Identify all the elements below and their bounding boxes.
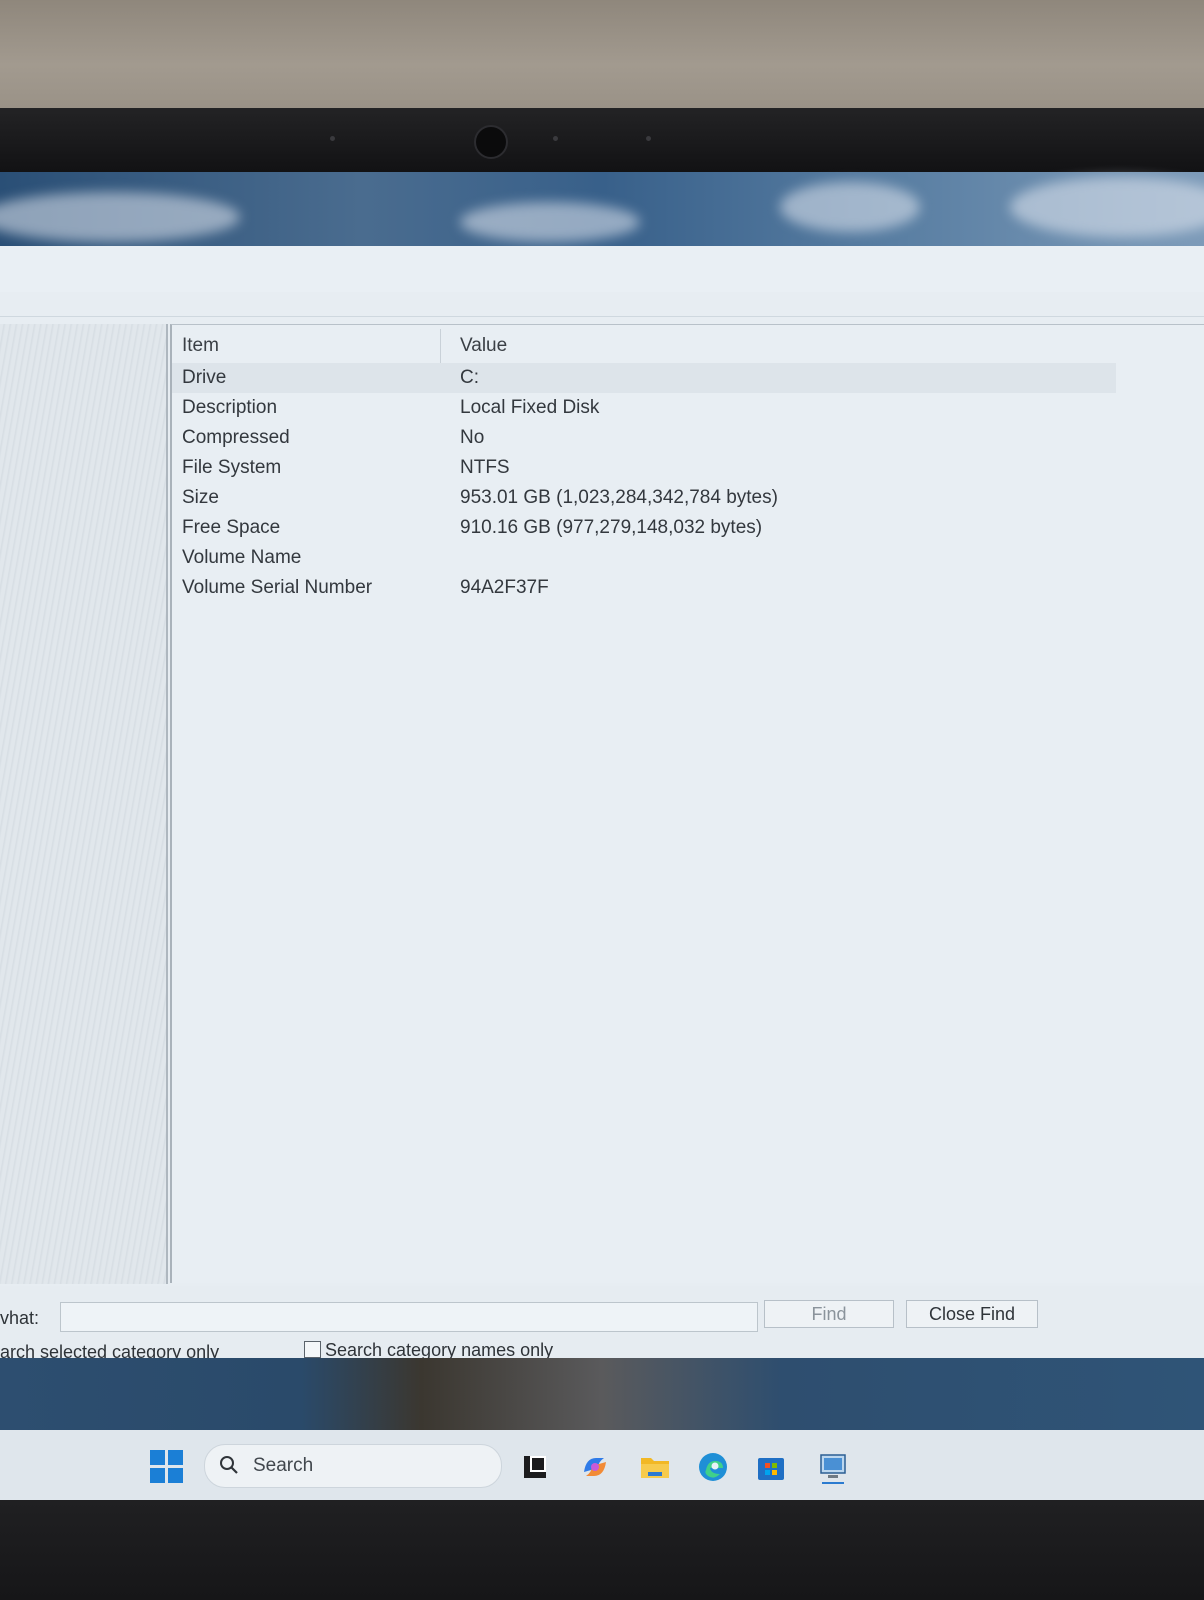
table-row[interactable]: Volume Serial Number 94A2F37F xyxy=(172,573,1116,603)
row-value: 910.16 GB (977,279,148,032 bytes) xyxy=(460,517,763,538)
monitor-bezel-top xyxy=(0,108,1204,172)
row-item: Free Space xyxy=(182,517,281,538)
taskbar: Search xyxy=(0,1430,1204,1500)
row-value: C: xyxy=(460,367,479,388)
table-row[interactable]: Volume Name xyxy=(172,543,1116,573)
column-separator[interactable] xyxy=(440,329,441,363)
monitor-bezel-bottom xyxy=(0,1500,1204,1600)
row-value: 94A2F37F xyxy=(460,577,549,598)
task-view-icon[interactable] xyxy=(518,1450,552,1484)
table-row[interactable]: Free Space 910.16 GB (977,279,148,032 by… xyxy=(172,513,1116,543)
divider xyxy=(0,316,1204,317)
sensor-dot xyxy=(330,136,335,141)
row-item: Volume Serial Number xyxy=(182,577,373,598)
find-what-label: vhat: xyxy=(0,1308,40,1328)
copilot-icon[interactable] xyxy=(578,1450,612,1484)
desktop-wallpaper-bottom xyxy=(0,1358,1204,1430)
search-icon xyxy=(220,1456,238,1474)
file-explorer-icon[interactable] xyxy=(638,1450,672,1484)
category-tree-pane[interactable] xyxy=(0,324,168,1284)
checkbox-box[interactable] xyxy=(304,1341,321,1358)
row-item: Description xyxy=(182,397,278,418)
search-placeholder: Search xyxy=(253,1455,314,1476)
row-value: Local Fixed Disk xyxy=(460,397,600,418)
find-button[interactable]: Find xyxy=(764,1300,894,1328)
taskbar-search[interactable]: Search xyxy=(204,1444,502,1488)
window-title-area xyxy=(0,246,1204,292)
sensor-dot xyxy=(553,136,558,141)
store-icon[interactable] xyxy=(754,1450,788,1484)
table-row[interactable]: Compressed No xyxy=(172,423,1116,453)
row-item: File System xyxy=(182,457,282,478)
row-value: NTFS xyxy=(460,457,510,478)
row-value: 953.01 GB (1,023,284,342,784 bytes) xyxy=(460,487,778,508)
wall-background xyxy=(0,0,1204,108)
table-row[interactable]: Size 953.01 GB (1,023,284,342,784 bytes) xyxy=(172,483,1116,513)
system-information-icon[interactable] xyxy=(816,1450,850,1484)
table-row[interactable]: File System NTFS xyxy=(172,453,1116,483)
webcam xyxy=(474,125,508,159)
row-item: Drive xyxy=(182,367,227,388)
close-find-button[interactable]: Close Find xyxy=(906,1300,1038,1328)
table-row[interactable]: Description Local Fixed Disk xyxy=(172,393,1116,423)
column-header-value[interactable]: Value xyxy=(460,331,507,361)
windows-start-icon[interactable] xyxy=(150,1450,184,1484)
sensor-dot xyxy=(646,136,651,141)
table-row[interactable]: Drive C: xyxy=(172,363,1116,393)
system-information-window: Item Value Drive C: Description Local Fi… xyxy=(0,246,1204,1362)
desktop-wallpaper-top xyxy=(0,172,1204,246)
row-item: Compressed xyxy=(182,427,290,448)
column-header-item[interactable]: Item xyxy=(182,331,219,361)
find-what-input[interactable] xyxy=(60,1302,758,1332)
row-value: No xyxy=(460,427,485,448)
find-bar: vhat: Find Close Find arch selected cate… xyxy=(0,1286,1204,1362)
edge-icon[interactable] xyxy=(696,1450,730,1484)
row-item: Volume Name xyxy=(182,547,302,568)
search-category-names-label: Search category names only xyxy=(325,1340,554,1360)
row-item: Size xyxy=(182,487,219,508)
details-list[interactable]: Item Value Drive C: Description Local Fi… xyxy=(170,324,1204,1283)
